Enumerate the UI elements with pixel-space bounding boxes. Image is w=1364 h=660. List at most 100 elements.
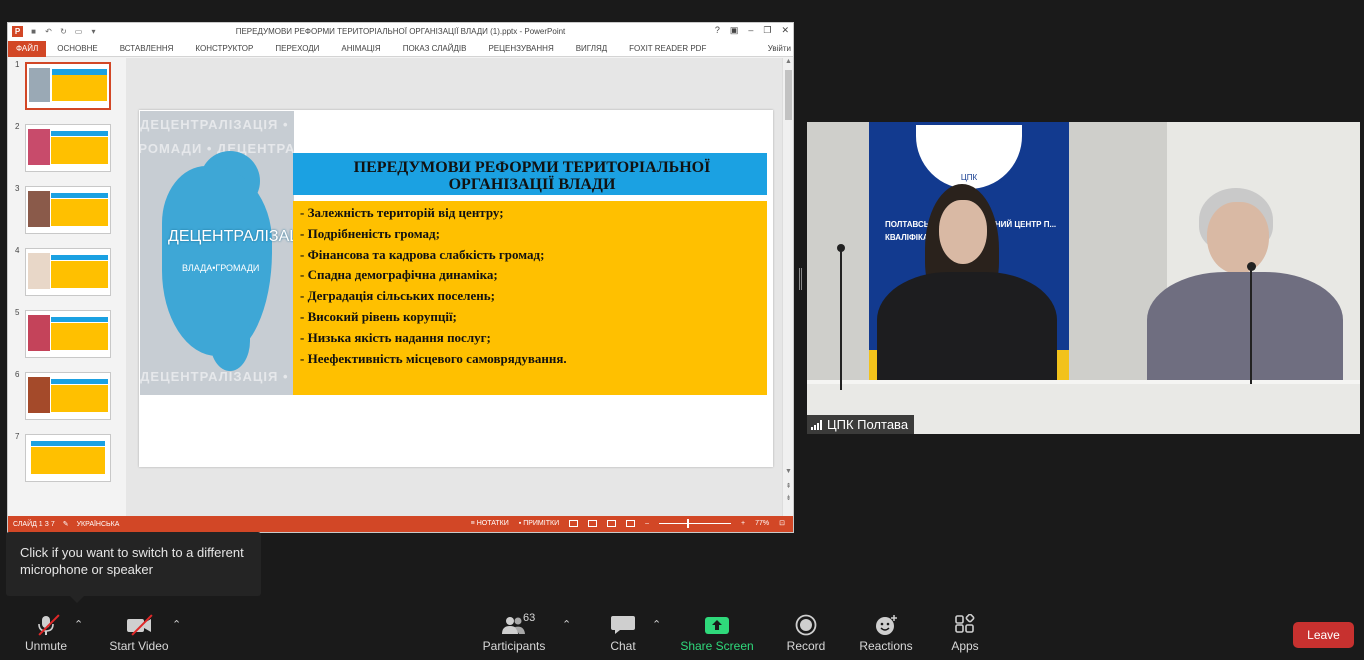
next-slide-icon[interactable]: ⇟ — [783, 494, 793, 502]
start-video-button[interactable]: Start Video — [108, 614, 170, 658]
chat-button[interactable]: Chat — [608, 614, 638, 658]
panel-resize-handle[interactable] — [799, 268, 802, 290]
participants-button[interactable]: 63 Participants — [482, 612, 546, 658]
record-label: Record — [786, 639, 826, 653]
person-left-face — [939, 200, 987, 264]
share-screen-icon — [704, 614, 730, 636]
comments-button[interactable]: ▪ ПРИМІТКИ — [519, 520, 559, 527]
bullet-item: - Деградація сільських поселень; — [300, 288, 495, 304]
thumbnail-number: 7 — [15, 432, 20, 441]
slide-thumbnail[interactable] — [25, 124, 111, 172]
fit-slide-icon[interactable]: ⊡ — [779, 519, 785, 527]
help-icon[interactable]: ? — [715, 25, 720, 36]
tab-file[interactable]: ФАЙЛ — [8, 40, 47, 57]
notes-label: НОТАТКИ — [476, 519, 509, 527]
thumbnail-row[interactable]: 7 — [8, 432, 126, 484]
slide-sorter-icon[interactable] — [588, 519, 598, 527]
start-video-label: Start Video — [109, 639, 169, 653]
meeting-toolbar: Unmute ⌃ Start Video ⌃ 63 Participants ⌃… — [0, 606, 1364, 660]
thumbnail-row[interactable]: 1 — [8, 60, 126, 112]
sign-in-link[interactable]: Увійти — [768, 41, 793, 57]
slide-thumbnail[interactable] — [25, 62, 111, 110]
participants-label: Participants — [482, 639, 546, 653]
thumbnail-row[interactable]: 4 — [8, 246, 126, 298]
tab-insert[interactable]: ВСТАВЛЕННЯ — [109, 41, 185, 57]
powerpoint-window: P ■ ↶ ↻ ▭ ▾ ПЕРЕДУМОВИ РЕФОРМИ ТЕРИТОРІА… — [7, 22, 794, 533]
zoom-level[interactable]: 77% — [755, 520, 769, 527]
audio-options-chevron-up-icon[interactable]: ⌃ — [74, 618, 83, 631]
zoom-in-icon[interactable]: + — [741, 520, 745, 527]
ppt-window-controls: ? ▣ – ❐ ✕ — [715, 25, 789, 36]
ppt-window-title: ПЕРЕДУМОВИ РЕФОРМИ ТЕРИТОРІАЛЬНОЇ ОРГАНІ… — [235, 27, 566, 36]
chat-bubble-icon — [610, 614, 636, 636]
apps-button[interactable]: Apps — [950, 613, 980, 658]
reading-view-icon[interactable] — [607, 519, 617, 527]
reactions-button[interactable]: Reactions — [859, 614, 913, 658]
tab-home[interactable]: ОСНОВНЕ — [46, 41, 108, 57]
ribbon-tabs: ФАЙЛ ОСНОВНЕ ВСТАВЛЕННЯ КОНСТРУКТОР ПЕРЕ… — [8, 40, 793, 57]
share-screen-button[interactable]: Share Screen — [680, 614, 754, 658]
record-button[interactable]: Record — [786, 614, 826, 658]
chat-chevron-up-icon[interactable]: ⌃ — [652, 618, 661, 631]
bullet-item: - Подрібненість громад; — [300, 225, 440, 241]
normal-view-icon[interactable] — [569, 519, 579, 527]
prev-slide-icon[interactable]: ⇞ — [783, 482, 793, 490]
tab-design[interactable]: КОНСТРУКТОР — [184, 41, 264, 57]
participants-chevron-up-icon[interactable]: ⌃ — [562, 618, 571, 631]
leave-button[interactable]: Leave — [1293, 622, 1354, 648]
slide-thumbnail[interactable] — [25, 186, 111, 234]
tab-view[interactable]: ВИГЛЯД — [565, 41, 618, 57]
thumbnail-row[interactable]: 6 — [8, 370, 126, 422]
thumbnail-number: 2 — [15, 122, 20, 131]
scroll-up-icon[interactable]: ▲ — [783, 58, 793, 65]
slide-body: - Залежність територій від центру; - Под… — [293, 201, 767, 395]
tab-transitions[interactable]: ПЕРЕХОДИ — [264, 41, 330, 57]
share-screen-label: Share Screen — [680, 639, 754, 653]
thumbnail-row[interactable]: 5 — [8, 308, 126, 360]
zoom-out-icon[interactable]: – — [645, 520, 649, 527]
thumbnail-number: 3 — [15, 184, 20, 193]
tab-animations[interactable]: АНІМАЦІЯ — [330, 41, 391, 57]
microphone-muted-icon — [33, 614, 60, 636]
restore-icon[interactable]: ❐ — [763, 25, 771, 36]
bullet-item: - Високий рівень корупції; — [300, 308, 457, 324]
spellcheck-icon[interactable]: ✎ — [63, 520, 69, 528]
slide-thumbnail[interactable] — [25, 434, 111, 482]
thumbnail-row[interactable]: 3 — [8, 184, 126, 236]
slide-thumbnail[interactable] — [25, 248, 111, 296]
tab-review[interactable]: РЕЦЕНЗУВАННЯ — [477, 41, 564, 57]
ribbon-display-icon[interactable]: ▣ — [730, 25, 739, 36]
participants-icon: 63 — [501, 612, 535, 636]
slide-counter: СЛАЙД 1 З 7 — [13, 520, 55, 528]
ppt-titlebar: P ■ ↶ ↻ ▭ ▾ ПЕРЕДУМОВИ РЕФОРМИ ТЕРИТОРІА… — [8, 23, 793, 41]
thumbnail-row[interactable]: 2 — [8, 122, 126, 174]
tooltip-arrow — [70, 596, 84, 603]
slide-thumbnail[interactable] — [25, 310, 111, 358]
unmute-button[interactable]: Unmute — [24, 614, 68, 658]
thumbnail-number: 1 — [15, 60, 20, 69]
slide-thumbnail-pane: 1 2 3 4 5 6 7 — [8, 58, 126, 518]
current-slide[interactable]: • ДЕЦЕНТРАЛІЗАЦІЯ • ВЛАДА ГРОМАДИ • ДЕЦЕ… — [139, 110, 773, 467]
zoom-slider[interactable] — [659, 518, 732, 528]
close-icon[interactable]: ✕ — [781, 25, 789, 36]
language-indicator[interactable]: УКРАЇНСЬКА — [77, 521, 120, 528]
unmute-label: Unmute — [24, 639, 68, 653]
video-options-chevron-up-icon[interactable]: ⌃ — [172, 618, 181, 631]
participant-video[interactable]: ЦПК ПОЛТАВСЬКИЙ РЕГІОНАЛЬНИЙ ЦЕНТР П... … — [807, 122, 1360, 434]
participant-name-tag: ЦПК Полтава — [807, 415, 915, 434]
minimize-icon[interactable]: – — [748, 25, 753, 36]
ppt-status-bar: СЛАЙД 1 З 7 ✎ УКРАЇНСЬКА ≡ НОТАТКИ ▪ ПРИ… — [8, 516, 793, 532]
notes-button[interactable]: ≡ НОТАТКИ — [471, 520, 509, 527]
scroll-down-icon[interactable]: ▼ — [783, 468, 793, 475]
reactions-label: Reactions — [859, 639, 913, 653]
canvas-scrollbar[interactable]: ▲ ▼ ⇞ ⇟ — [782, 58, 793, 518]
tab-foxit[interactable]: FOXIT READER PDF — [618, 41, 717, 57]
smiley-plus-icon — [873, 614, 899, 636]
thumbnail-number: 5 — [15, 308, 20, 317]
slide-thumbnail[interactable] — [25, 372, 111, 420]
scroll-thumb[interactable] — [785, 70, 792, 120]
slideshow-view-icon[interactable] — [626, 519, 636, 527]
camera-off-icon — [126, 614, 153, 636]
tab-slideshow[interactable]: ПОКАЗ СЛАЙДІВ — [392, 41, 478, 57]
person-right-face — [1207, 202, 1269, 274]
